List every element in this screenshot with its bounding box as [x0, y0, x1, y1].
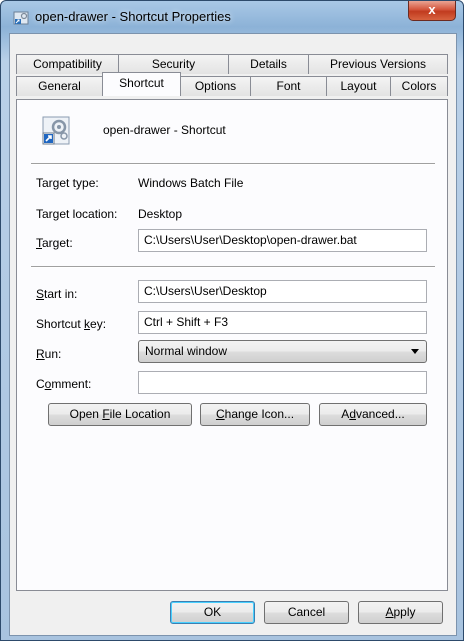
- target-type-label: Target type:: [36, 176, 99, 190]
- close-button[interactable]: x: [408, 1, 456, 21]
- target-field[interactable]: C:\Users\User\Desktop\open-drawer.bat: [138, 229, 427, 252]
- tab-details[interactable]: Details: [228, 54, 309, 74]
- tab-compatibility[interactable]: Compatibility: [16, 54, 119, 74]
- shortcut-tab-panel: open-drawer - Shortcut Target type: Wind…: [16, 99, 448, 591]
- start-in-label: Start in:: [36, 287, 78, 301]
- target-label: Target:: [36, 236, 73, 250]
- tab-label: Font: [276, 79, 301, 93]
- tab-label: Previous Versions: [329, 57, 427, 71]
- run-dropdown[interactable]: Normal window: [138, 340, 427, 363]
- tab-label: Colors: [401, 79, 437, 93]
- comment-label: Comment:: [36, 377, 92, 391]
- apply-button[interactable]: Apply: [358, 601, 443, 624]
- title-bar[interactable]: open-drawer - Shortcut Properties x: [1, 1, 463, 33]
- tab-label: Compatibility: [33, 57, 102, 71]
- shortcut-file-icon: [13, 11, 29, 25]
- tab-font[interactable]: Font: [250, 76, 327, 96]
- ok-button[interactable]: OK: [170, 601, 255, 624]
- window-title: open-drawer - Shortcut Properties: [35, 9, 231, 24]
- dialog-client-area: Compatibility Security Details Previous …: [9, 33, 457, 636]
- tab-label: Security: [151, 57, 196, 71]
- tab-general[interactable]: General: [16, 76, 103, 96]
- separator: [31, 266, 435, 268]
- tab-shortcut[interactable]: Shortcut: [102, 72, 181, 96]
- separator: [31, 163, 435, 165]
- cancel-button[interactable]: Cancel: [264, 601, 349, 624]
- run-label: Run:: [36, 347, 62, 361]
- tab-label: General: [38, 79, 81, 93]
- chevron-down-icon: [411, 349, 419, 354]
- batch-file-shortcut-icon: [42, 116, 70, 145]
- comment-field[interactable]: [138, 371, 427, 394]
- close-icon: x: [428, 2, 436, 17]
- run-selected-value: Normal window: [145, 344, 228, 358]
- tab-label: Details: [250, 57, 287, 71]
- tab-options[interactable]: Options: [180, 76, 251, 96]
- start-in-field[interactable]: C:\Users\User\Desktop: [138, 280, 427, 303]
- tab-label: Options: [194, 79, 237, 93]
- shortcut-name: open-drawer - Shortcut: [103, 123, 226, 137]
- target-type-value: Windows Batch File: [138, 176, 244, 190]
- open-file-location-button[interactable]: Open File Location: [48, 403, 192, 426]
- tab-layout[interactable]: Layout: [326, 76, 391, 96]
- shortcut-key-label: Shortcut key:: [36, 317, 107, 331]
- tab-previous-versions[interactable]: Previous Versions: [308, 54, 448, 74]
- advanced-button[interactable]: Advanced...: [319, 403, 427, 426]
- tab-label: Shortcut: [119, 76, 164, 90]
- tab-security[interactable]: Security: [118, 54, 229, 74]
- change-icon-button[interactable]: Change Icon...: [200, 403, 310, 426]
- tab-label: Layout: [340, 79, 377, 93]
- properties-window: open-drawer - Shortcut Properties x Comp…: [0, 0, 464, 641]
- target-location-value: Desktop: [138, 207, 183, 221]
- target-location-label: Target location:: [36, 207, 118, 221]
- shortcut-key-field[interactable]: Ctrl + Shift + F3: [138, 311, 427, 334]
- tab-colors[interactable]: Colors: [390, 76, 448, 96]
